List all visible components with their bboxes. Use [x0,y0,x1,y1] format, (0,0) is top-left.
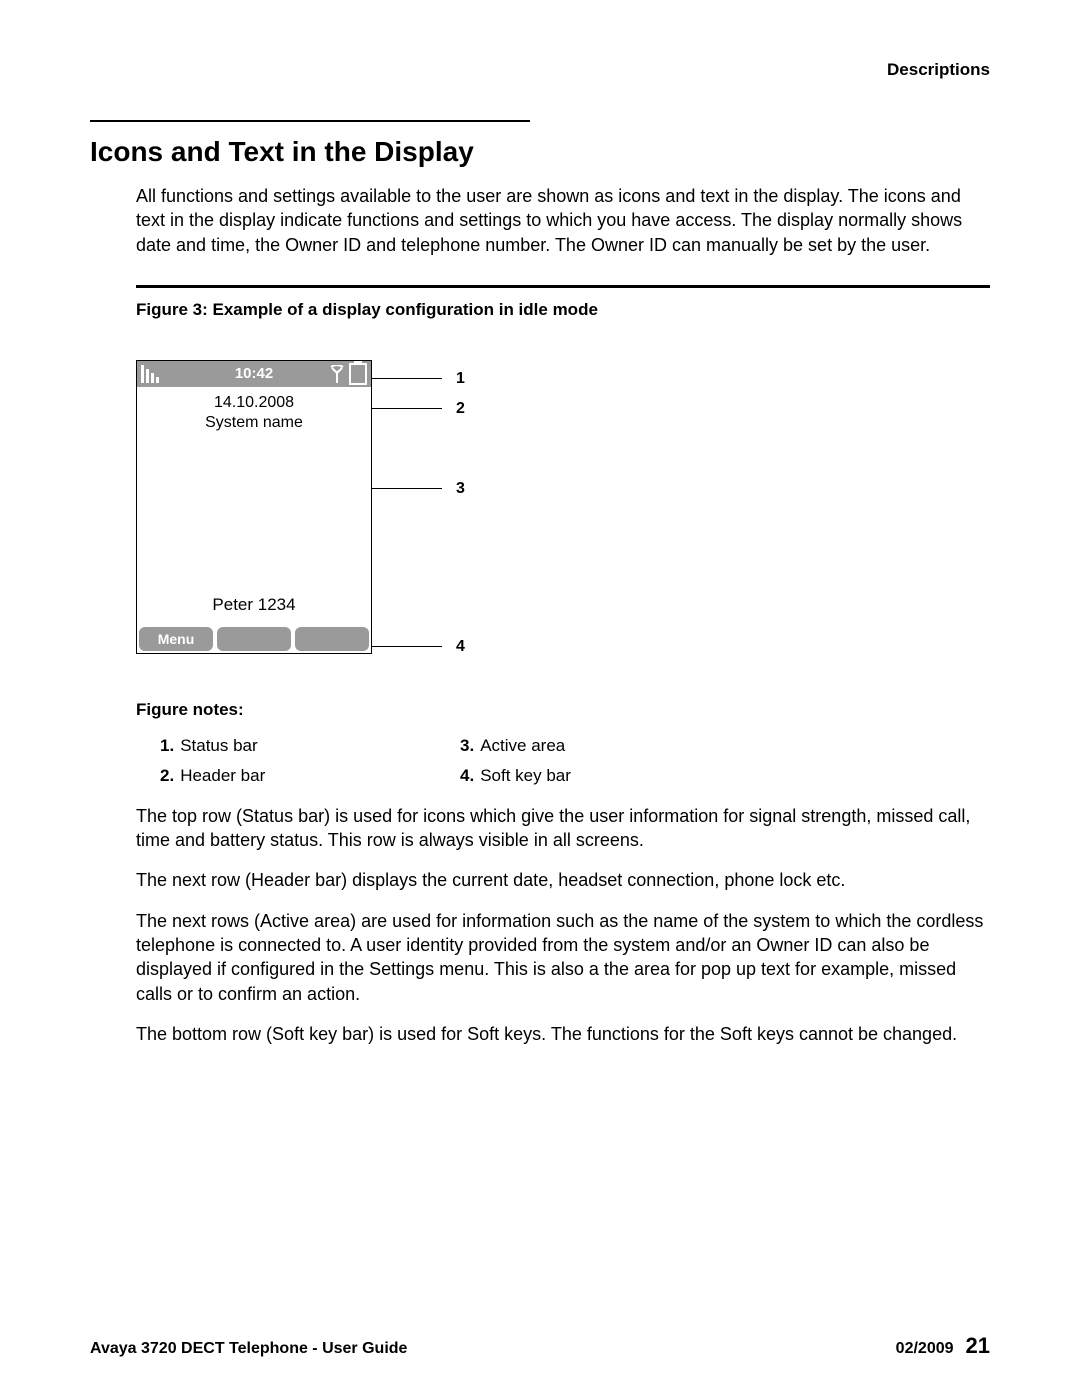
body-p1: The top row (Status bar) is used for ico… [136,804,986,853]
callout-4-num: 4 [456,638,465,656]
running-header: Descriptions [90,60,990,80]
softkey-bar: Menu [137,625,371,653]
callout-2: 2 [372,400,465,418]
active-area: Peter 1234 [137,433,371,625]
softkey-right[interactable] [295,627,369,651]
body-p2: The next row (Header bar) displays the c… [136,868,986,892]
note-3: 3.Active area [460,736,760,756]
note-4: 4.Soft key bar [460,766,760,786]
body-p4: The bottom row (Soft key bar) is used fo… [136,1022,986,1046]
note-1: 1.Status bar [160,736,460,756]
header-system-name: System name [137,413,371,433]
section-intro: All functions and settings available to … [136,184,990,257]
section-rule [90,120,530,122]
figure-rule [136,285,990,288]
page-footer: Avaya 3720 DECT Telephone - User Guide 0… [90,1333,990,1359]
figure: 10:42 14.10.2008 System name Peter 1234 … [136,360,496,660]
callout-2-num: 2 [456,400,465,418]
softkey-left[interactable]: Menu [139,627,213,651]
callout-3-num: 3 [456,480,465,498]
callout-4: 4 [372,638,465,656]
figure-notes-caption: Figure notes: [136,700,990,720]
owner-id: Peter 1234 [212,595,295,615]
header-date: 14.10.2008 [137,393,371,413]
footer-page: 21 [966,1333,990,1359]
battery-icon [349,363,367,385]
signal-icon [141,365,159,383]
softkey-center[interactable] [217,627,291,651]
callout-3: 3 [372,480,465,498]
callout-1: 1 [372,370,465,388]
header-bar: 14.10.2008 System name [137,387,371,433]
note-2: 2.Header bar [160,766,460,786]
figure-caption: Figure 3: Example of a display configura… [136,300,990,320]
figure-notes: 1.Status bar 3.Active area 2.Header bar … [160,736,990,786]
callout-1-num: 1 [456,370,465,388]
antenna-icon [329,365,345,383]
phone-screen: 10:42 14.10.2008 System name Peter 1234 … [136,360,372,654]
status-bar: 10:42 [137,361,371,387]
page: Descriptions Icons and Text in the Displ… [0,0,1080,1397]
footer-doc: Avaya 3720 DECT Telephone - User Guide [90,1340,407,1358]
footer-date: 02/2009 [896,1340,954,1358]
section-title: Icons and Text in the Display [90,136,990,168]
body-p3: The next rows (Active area) are used for… [136,909,986,1006]
